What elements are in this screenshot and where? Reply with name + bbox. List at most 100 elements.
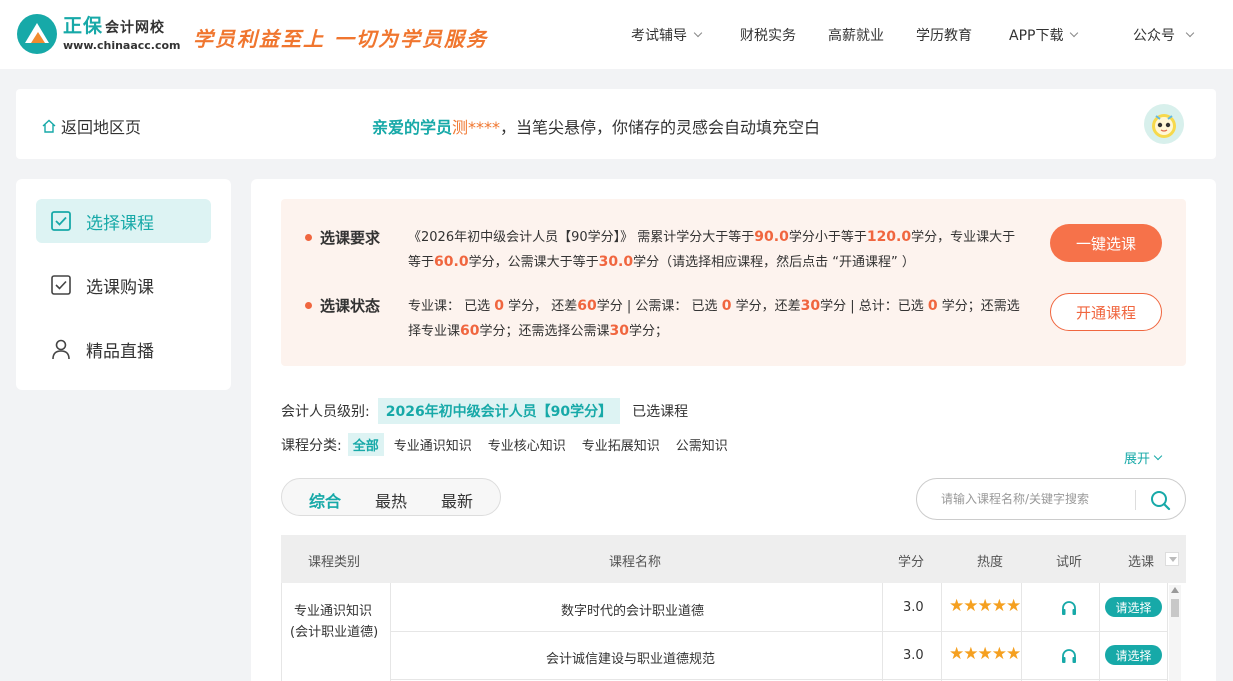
req-part: 学分小于等于 bbox=[788, 230, 867, 245]
status-value: 0 bbox=[927, 298, 938, 314]
checkbox-icon bbox=[51, 275, 71, 295]
status-part: 学分； bbox=[629, 324, 669, 339]
sidebar-item-label: 精品直播 bbox=[86, 341, 154, 362]
site-logo[interactable]: 正保 会计网校 www.chinaacc.com bbox=[17, 14, 181, 54]
category-public-knowledge[interactable]: 公需知识 bbox=[676, 435, 728, 454]
sort-comprehensive[interactable]: 综合 bbox=[309, 488, 341, 512]
greeting-message: 亲爱的学员测****，当笔尖悬停，你储存的灵感会自动填充空白 bbox=[372, 114, 820, 138]
level-filter-row: 会计人员级别: 2026年初中级会计人员【90学分】 已选课程 bbox=[281, 398, 688, 424]
sidebar-item-buy-course[interactable]: 选课购课 bbox=[36, 263, 211, 307]
category-general-knowledge[interactable]: 专业通识知识 bbox=[394, 435, 472, 454]
nav-app-download[interactable]: APP下载 bbox=[1009, 25, 1079, 45]
select-course-button[interactable]: 请选择 bbox=[1105, 597, 1162, 617]
select-course-button[interactable]: 请选择 bbox=[1105, 645, 1162, 665]
status-text: 专业课： 已选 0 学分， 还差60学分 | 公需课： 已选 0 学分，还差30… bbox=[408, 294, 1028, 344]
user-icon bbox=[52, 339, 70, 360]
status-part: 学分 | 公需课： 已选 bbox=[596, 299, 722, 314]
expand-toggle[interactable]: 展开 bbox=[1124, 448, 1163, 467]
scrollbar-thumb[interactable] bbox=[1171, 599, 1179, 617]
status-part: 专业课： 已选 bbox=[408, 299, 495, 314]
status-value: 0 bbox=[494, 298, 505, 314]
sort-tabs: 综合 最热 最新 bbox=[281, 478, 501, 516]
user-name: 测**** bbox=[452, 118, 501, 137]
sort-newest[interactable]: 最新 bbox=[441, 488, 473, 512]
search-divider bbox=[1135, 490, 1136, 510]
rating-stars: ★★★★★ bbox=[949, 644, 1021, 664]
req-value: 120.0 bbox=[866, 229, 912, 245]
col-trial: 试听 bbox=[1056, 555, 1083, 570]
course-name[interactable]: 会计诚信建设与职业道德规范 bbox=[546, 648, 715, 667]
req-part: 学分，公需课大于等于 bbox=[468, 255, 599, 270]
sidebar: 选择课程 选课购课 精品直播 bbox=[16, 179, 231, 390]
main-panel: 选课要求 《2026年初中级会计人员【90学分】》 需累计学分大于等于90.0学… bbox=[251, 179, 1216, 681]
selected-courses-link[interactable]: 已选课程 bbox=[632, 401, 688, 421]
status-value: 0 bbox=[721, 298, 732, 314]
category-cell-sub: (会计职业道德) bbox=[290, 625, 379, 640]
category-core-knowledge[interactable]: 专业核心知识 bbox=[488, 435, 566, 454]
headphones-icon[interactable] bbox=[1060, 647, 1078, 665]
status-part: 学分；还需选择公需课 bbox=[479, 324, 610, 339]
search-icon[interactable] bbox=[1149, 489, 1171, 511]
nav-label: 学历教育 bbox=[916, 28, 972, 44]
slogan: 学员利益至上 一切为学员服务 bbox=[193, 27, 488, 51]
mascot-icon bbox=[1152, 114, 1176, 138]
nav-official-account[interactable]: 公众号 bbox=[1133, 25, 1195, 45]
status-value: 30 bbox=[800, 298, 821, 314]
col-popularity: 热度 bbox=[977, 555, 1004, 570]
nav-finance-tax[interactable]: 财税实务 bbox=[740, 25, 796, 45]
status-title-text: 选课状态 bbox=[320, 297, 381, 315]
chevron-down-icon bbox=[693, 28, 703, 38]
nav-high-salary[interactable]: 高薪就业 bbox=[828, 25, 884, 45]
greeting-bar: 返回地区页 亲爱的学员测****，当笔尖悬停，你储存的灵感会自动填充空白 bbox=[16, 89, 1216, 159]
course-credit: 3.0 bbox=[903, 600, 924, 615]
level-label: 会计人员级别: bbox=[281, 404, 370, 420]
nav-exam-tutoring[interactable]: 考试辅导 bbox=[631, 25, 703, 45]
chevron-down-icon bbox=[1185, 28, 1195, 38]
chevron-down-icon bbox=[1070, 28, 1079, 38]
status-part: 学分， 还差 bbox=[504, 299, 578, 314]
req-value: 90.0 bbox=[754, 229, 789, 245]
nav-degree-education[interactable]: 学历教育 bbox=[916, 25, 972, 45]
column-menu-icon[interactable] bbox=[1165, 552, 1179, 566]
sidebar-item-label: 选择课程 bbox=[86, 213, 154, 234]
checkbox-icon bbox=[51, 211, 71, 231]
headphones-icon[interactable] bbox=[1060, 599, 1078, 617]
bullet-dot bbox=[305, 234, 312, 241]
sidebar-item-live[interactable]: 精品直播 bbox=[36, 327, 211, 371]
home-icon bbox=[42, 119, 56, 133]
avatar[interactable] bbox=[1144, 104, 1184, 144]
level-tag[interactable]: 2026年初中级会计人员【90学分】 bbox=[377, 398, 621, 424]
scroll-up-arrow-icon[interactable] bbox=[1171, 587, 1179, 593]
status-value: 60 bbox=[460, 323, 480, 339]
open-course-button[interactable]: 开通课程 bbox=[1050, 293, 1162, 331]
brand-sub: 会计网校 bbox=[105, 20, 166, 36]
nav-label: 财税实务 bbox=[740, 28, 796, 44]
category-filter-row: 课程分类: 全部 专业通识知识 专业核心知识 专业拓展知识 公需知识 bbox=[281, 433, 744, 456]
col-course-name: 课程名称 bbox=[609, 555, 662, 570]
status-part: 学分 | 总计：已选 bbox=[820, 299, 928, 314]
status-part: 学分，还差 bbox=[731, 299, 801, 314]
rating-stars: ★★★★★ bbox=[949, 596, 1021, 616]
brand-url: www.chinaacc.com bbox=[63, 39, 181, 52]
expand-label: 展开 bbox=[1124, 452, 1151, 467]
category-all[interactable]: 全部 bbox=[347, 433, 384, 456]
search-box bbox=[916, 478, 1186, 520]
status-value: 30 bbox=[609, 323, 629, 339]
sort-hottest[interactable]: 最热 bbox=[375, 488, 407, 512]
course-table: 课程类别 课程名称 学分 热度 试听 选课 专业通识知识 (会计职业道德) 数字… bbox=[281, 535, 1186, 681]
one-click-select-button[interactable]: 一键选课 bbox=[1050, 224, 1162, 262]
category-label: 课程分类: bbox=[281, 437, 342, 454]
col-category: 课程类别 bbox=[308, 555, 361, 570]
brand-name: 正保 bbox=[63, 15, 104, 37]
requirement-text: 《2026年初中级会计人员【90学分】》 需累计学分大于等于90.0学分小于等于… bbox=[408, 225, 1028, 275]
col-credit: 学分 bbox=[898, 555, 925, 570]
requirements-box: 选课要求 《2026年初中级会计人员【90学分】》 需累计学分大于等于90.0学… bbox=[281, 199, 1186, 366]
course-name[interactable]: 数字时代的会计职业道德 bbox=[561, 600, 704, 619]
category-extended-knowledge[interactable]: 专业拓展知识 bbox=[582, 435, 660, 454]
sidebar-item-select-course[interactable]: 选择课程 bbox=[36, 199, 211, 243]
search-input[interactable] bbox=[941, 489, 1121, 509]
top-navbar: 正保 会计网校 www.chinaacc.com 学员利益至上 一切为学员服务 考… bbox=[0, 0, 1233, 69]
req-value: 30.0 bbox=[598, 254, 634, 270]
course-credit: 3.0 bbox=[903, 648, 924, 663]
back-to-region-link[interactable]: 返回地区页 bbox=[41, 114, 141, 138]
